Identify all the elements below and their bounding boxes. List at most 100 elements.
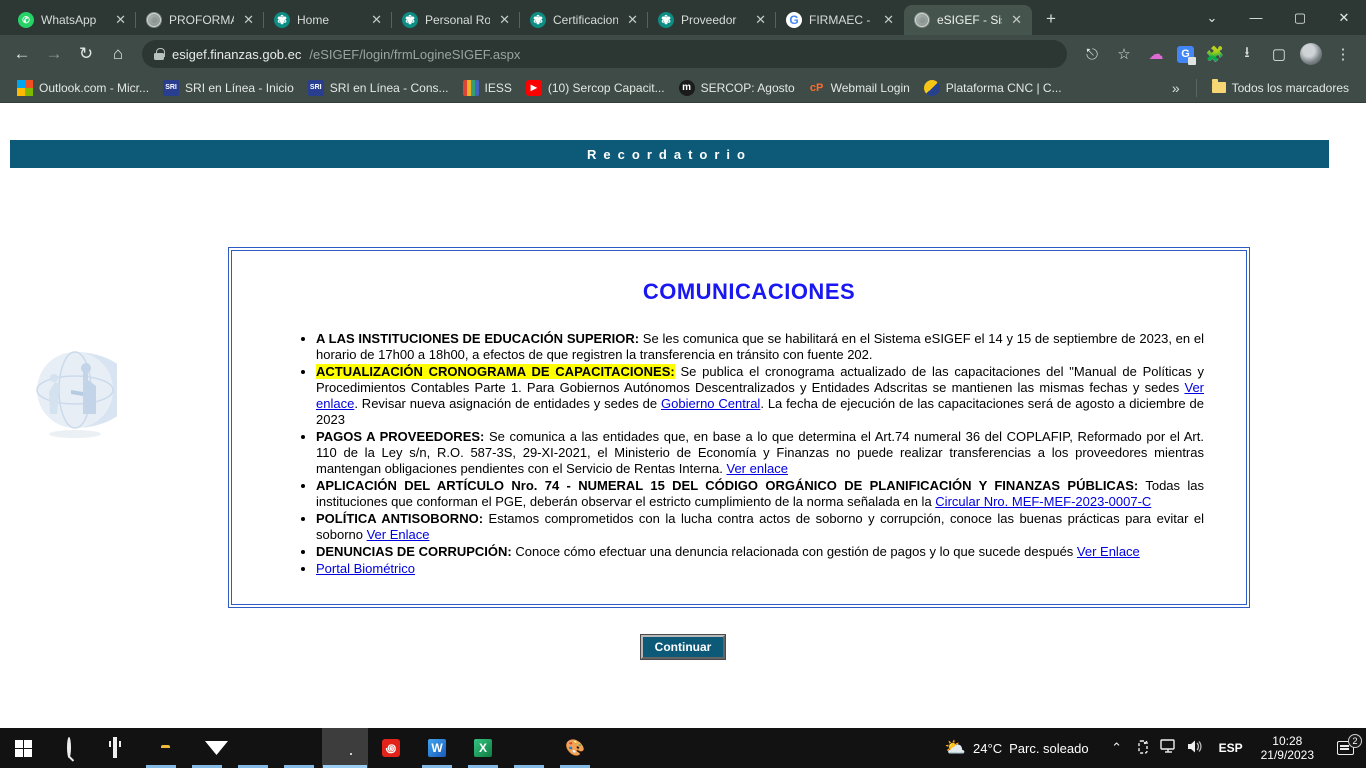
taskbar-search-button[interactable] <box>46 728 92 768</box>
start-icon <box>15 740 32 757</box>
iess-icon <box>463 80 479 96</box>
bookmark-item-0[interactable]: Outlook.com - Micr... <box>10 76 156 100</box>
bookmark-item-2[interactable]: SRISRI en Línea - Cons... <box>301 76 456 100</box>
bookmark-item-7[interactable]: Plataforma CNC | C... <box>917 76 1069 100</box>
taskbar-mail-button[interactable] <box>184 728 230 768</box>
tab-close-icon[interactable]: ✕ <box>497 12 512 28</box>
bookmark-item-6[interactable]: cPWebmail Login <box>802 76 917 100</box>
clock-date: 21/9/2023 <box>1261 748 1314 762</box>
sercop-m-icon: m <box>679 80 695 96</box>
list-item-6: Portal Biométrico <box>316 561 1204 577</box>
all-bookmarks-button[interactable]: Todos los marcadores <box>1205 77 1356 99</box>
bullet-lead: A LAS INSTITUCIONES DE EDUCACIÓN SUPERIO… <box>316 331 639 346</box>
tab-close-icon[interactable]: ✕ <box>113 12 128 28</box>
sri-icon: SRI <box>163 80 179 96</box>
taskbar-paint-button[interactable]: 🎨 <box>552 728 598 768</box>
outlook-icon <box>17 80 33 96</box>
link[interactable]: Portal Biométrico <box>316 561 415 576</box>
taskbar-spotify-button[interactable] <box>506 728 552 768</box>
link[interactable]: Ver Enlace <box>1077 544 1140 559</box>
chevron-down-icon[interactable]: ⌄ <box>1190 0 1234 35</box>
browser-tab-6[interactable]: GFIRMAEC - Bu✕ <box>776 5 904 35</box>
bookmark-star-icon[interactable]: ☆ <box>1113 45 1135 63</box>
list-item-4: POLÍTICA ANTISOBORNO: Estamos comprometi… <box>316 511 1204 543</box>
forward-button[interactable]: → <box>40 40 68 68</box>
bookmark-item-1[interactable]: SRISRI en Línea - Inicio <box>156 76 301 100</box>
cnc-icon <box>924 80 940 96</box>
bookmark-item-3[interactable]: IESS <box>456 76 519 100</box>
close-button[interactable]: ✕ <box>1322 0 1366 35</box>
browser-toolbar: ← → ↻ ⌂ esigef.finanzas.gob.ec/eSIGEF/lo… <box>0 35 1366 73</box>
bullet-lead: APLICACIÓN DEL ARTÍCULO Nro. 74 - NUMERA… <box>316 478 1138 493</box>
bookmark-label: SRI en Línea - Cons... <box>330 81 449 95</box>
bookmark-item-4[interactable]: ▶(10) Sercop Capacit... <box>519 76 672 100</box>
bullet-lead: PAGOS A PROVEEDORES: <box>316 429 484 444</box>
tab-close-icon[interactable]: ✕ <box>241 12 256 28</box>
browser-tab-3[interactable]: ✾Personal Rol✕ <box>392 5 520 35</box>
tab-close-icon[interactable]: ✕ <box>625 12 640 28</box>
taskbar-chrome-button[interactable] <box>322 728 368 768</box>
maximize-button[interactable]: ▢ <box>1278 0 1322 35</box>
link[interactable]: Ver Enlace <box>367 527 430 542</box>
reading-list-icon[interactable]: ▢ <box>1268 45 1290 63</box>
taskbar-acrobat-button[interactable]: ꩜ <box>368 728 414 768</box>
cloud-extension-icon[interactable]: ☁ <box>1145 45 1167 63</box>
continue-button[interactable]: Continuar <box>641 635 726 659</box>
volume-icon[interactable] <box>1183 739 1207 757</box>
taskbar-edge-button[interactable] <box>276 728 322 768</box>
taskbar-excel-button[interactable]: X <box>460 728 506 768</box>
chevron-up-icon[interactable]: ⌃ <box>1105 740 1129 756</box>
reload-button[interactable]: ↻ <box>72 40 100 68</box>
list-item-2: PAGOS A PROVEEDORES: Se comunica a las e… <box>316 429 1204 477</box>
browser-tab-4[interactable]: ✾Certificacione✕ <box>520 5 648 35</box>
clock[interactable]: 10:28 21/9/2023 <box>1251 734 1324 762</box>
tab-close-icon[interactable]: ✕ <box>753 12 768 28</box>
bookmarks-overflow-chevron[interactable]: » <box>1164 80 1188 96</box>
profile-avatar[interactable] <box>1300 43 1322 65</box>
lock-icon[interactable] <box>154 48 164 60</box>
communications-box: COMUNICACIONES A LAS INSTITUCIONES DE ED… <box>228 247 1250 608</box>
tab-title: eSIGEF - Siste <box>937 13 1002 27</box>
list-item-1: ACTUALIZACIÓN CRONOGRAMA DE CAPACITACION… <box>316 364 1204 428</box>
new-tab-button[interactable]: + <box>1038 6 1064 32</box>
taskbar-word-button[interactable]: W <box>414 728 460 768</box>
weather-widget[interactable]: ⛅ 24°C Parc. soleado <box>933 738 1101 758</box>
translate-extension-icon[interactable]: G <box>1177 46 1194 63</box>
share-icon[interactable]: ⎋ <box>1081 46 1103 63</box>
home-button[interactable]: ⌂ <box>104 40 132 68</box>
kebab-menu-icon[interactable]: ⋮ <box>1332 45 1354 63</box>
notification-center[interactable]: 2 <box>1324 741 1366 755</box>
tab-title: Home <box>297 13 362 27</box>
tab-close-icon[interactable]: ✕ <box>881 12 896 28</box>
browser-tab-7[interactable]: eSIGEF - Siste ✕ <box>904 5 1032 35</box>
url-domain: esigef.finanzas.gob.ec <box>172 47 301 62</box>
browser-tab-5[interactable]: ✾Proveedor✕ <box>648 5 776 35</box>
browser-tab-0[interactable]: ✆WhatsApp✕ <box>8 5 136 35</box>
link[interactable]: Gobierno Central <box>661 396 760 411</box>
folder-icon <box>1212 82 1226 93</box>
network-icon[interactable] <box>1157 739 1181 757</box>
tab-close-icon[interactable]: ✕ <box>369 12 384 28</box>
page-title: COMUNICACIONES <box>294 279 1204 305</box>
bookmark-label: Outlook.com - Micr... <box>39 81 149 95</box>
link[interactable]: Circular Nro. MEF-MEF-2023-0007-C <box>935 494 1151 509</box>
tab-close-icon[interactable]: ✕ <box>1009 12 1024 28</box>
taskbar-start-button[interactable] <box>0 728 46 768</box>
taskbar-task-view-button[interactable] <box>92 728 138 768</box>
toolbar-actions: ⎋ ☆ ☁ G 🧩 ⭳ ▢ ⋮ <box>1077 42 1358 67</box>
bookmark-item-5[interactable]: mSERCOP: Agosto <box>672 76 802 100</box>
taskbar-firefox-button[interactable] <box>230 728 276 768</box>
address-bar[interactable]: esigef.finanzas.gob.ec/eSIGEF/login/frmL… <box>142 40 1067 68</box>
taskbar-file-explorer-button[interactable] <box>138 728 184 768</box>
back-button[interactable]: ← <box>8 40 36 68</box>
browser-tab-1[interactable]: PROFORMA 3✕ <box>136 5 264 35</box>
extensions-puzzle-icon[interactable]: 🧩 <box>1204 45 1226 63</box>
whatsapp-icon: ✆ <box>18 12 34 28</box>
browser-tab-2[interactable]: ✾Home✕ <box>264 5 392 35</box>
bookmark-label: IESS <box>485 81 512 95</box>
phone-link-icon[interactable] <box>1131 739 1155 758</box>
link[interactable]: Ver enlace <box>727 461 788 476</box>
downloads-icon[interactable]: ⭳ <box>1236 42 1258 67</box>
language-indicator[interactable]: ESP <box>1211 741 1251 755</box>
minimize-button[interactable]: — <box>1234 0 1278 35</box>
